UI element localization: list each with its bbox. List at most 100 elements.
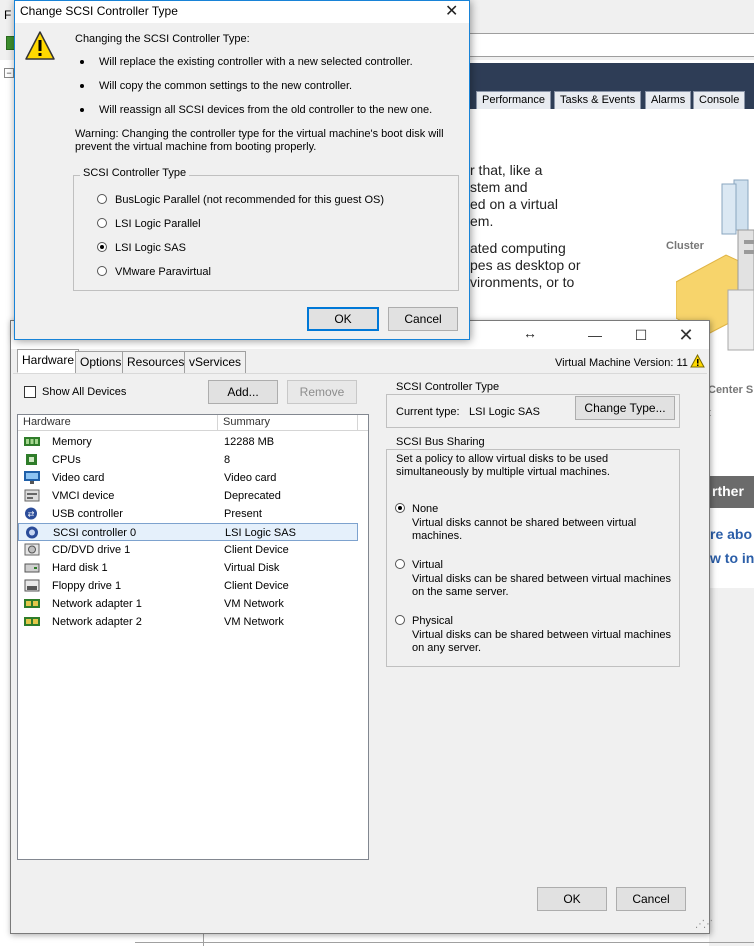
summary-text: ated computing [470, 240, 566, 256]
hardware-row-cpus[interactable]: CPUs 8 [18, 451, 358, 469]
remove-device-button[interactable]: Remove [287, 380, 357, 404]
scsi-cancel-button[interactable]: Cancel [388, 307, 458, 331]
tab-options[interactable]: Options [75, 351, 127, 373]
bus-sharing-none-desc: machines. [412, 530, 463, 542]
hardware-summary: LSI Logic SAS [225, 527, 296, 539]
hardware-row-usb-controller[interactable]: ⇄ USB controller Present [18, 505, 358, 523]
scsi-dialog-titlebar[interactable]: Change SCSI Controller Type ✕ [15, 1, 469, 23]
resize-grip-icon[interactable]: ⋰⋰ [695, 919, 713, 930]
vmware-paravirtual-radio[interactable] [97, 266, 107, 276]
vmci-icon [24, 489, 40, 502]
hardware-summary: VM Network [224, 598, 284, 610]
change-scsi-controller-dialog: Change SCSI Controller Type ✕ Changing t… [14, 0, 470, 340]
bus-sharing-virtual-label[interactable]: Virtual [412, 559, 443, 571]
show-all-devices-checkbox[interactable] [24, 386, 36, 398]
network-adapter-icon [24, 617, 40, 626]
background-menu-item[interactable]: F [4, 8, 11, 22]
maximize-icon[interactable]: ☐ [626, 325, 656, 345]
hardware-list-header: Hardware Summary [18, 415, 368, 431]
change-type-button[interactable]: Change Type... [575, 396, 675, 420]
tab-tasks-events[interactable]: Tasks & Events [554, 91, 642, 109]
lsi-logic-parallel-radio[interactable] [97, 218, 107, 228]
tree-collapse-icon[interactable]: − [4, 68, 14, 78]
hardware-row-video-card[interactable]: Video card Video card [18, 469, 358, 487]
current-type-value: LSI Logic SAS [469, 406, 540, 418]
tab-resources[interactable]: Resources [122, 351, 190, 373]
scsi-ok-button[interactable]: OK [307, 307, 379, 331]
bus-sharing-description: simultaneously by multiple virtual machi… [396, 466, 610, 478]
scsi-bus-sharing-title: SCSI Bus Sharing [393, 436, 488, 448]
close-icon[interactable]: ✕ [445, 1, 458, 21]
summary-text: ed on a virtual [470, 196, 558, 212]
hardware-name: Hard disk 1 [52, 562, 108, 574]
summary-text: pes as desktop or [470, 257, 581, 273]
column-header-hardware[interactable]: Hardware [18, 415, 218, 431]
bus-sharing-virtual-desc: Virtual disks can be shared between virt… [412, 573, 672, 585]
hardware-name: Floppy drive 1 [52, 580, 122, 592]
hardware-row-hard-disk[interactable]: Hard disk 1 Virtual Disk [18, 559, 358, 577]
scsi-warning-text: prevent the virtual machine from booting… [75, 141, 317, 153]
lsi-logic-sas-label[interactable]: LSI Logic SAS [115, 242, 186, 254]
summary-text: stem and [470, 179, 528, 195]
column-header-summary[interactable]: Summary [218, 415, 358, 431]
vm-properties-dialog: ↔ — ☐ ✕ Hardware Options Resources vServ… [10, 320, 713, 934]
network-adapter-icon [24, 599, 40, 608]
tab-hardware[interactable]: Hardware [17, 349, 80, 373]
add-device-button[interactable]: Add... [208, 380, 278, 404]
vmware-paravirtual-label[interactable]: VMware Paravirtual [115, 266, 211, 278]
scsi-intro-text: Changing the SCSI Controller Type: [75, 33, 250, 45]
background-divider [135, 942, 754, 943]
minimize-icon[interactable]: — [580, 325, 610, 345]
cd-drive-icon [24, 543, 40, 556]
bus-sharing-none-label[interactable]: None [412, 503, 438, 515]
hardware-summary: Client Device [224, 580, 289, 592]
background-lower-area [709, 588, 754, 946]
memory-icon [24, 437, 40, 446]
hardware-row-floppy[interactable]: Floppy drive 1 Client Device [18, 577, 358, 595]
learn-more-link[interactable]: re abo [710, 526, 752, 542]
bus-sharing-virtual-radio[interactable] [395, 559, 405, 569]
vm-cancel-button[interactable]: Cancel [616, 887, 686, 911]
hardware-row-cd-dvd[interactable]: CD/DVD drive 1 Client Device [18, 541, 358, 559]
hardware-row-scsi-controller[interactable]: SCSI controller 0 LSI Logic SAS [18, 523, 358, 541]
hardware-row-network-adapter-2[interactable]: Network adapter 2 VM Network [18, 613, 358, 631]
hard-disk-icon [24, 563, 40, 573]
bus-sharing-physical-radio[interactable] [395, 615, 405, 625]
scsi-bullet-text: Will replace the existing controller wit… [99, 56, 413, 68]
buslogic-parallel-label[interactable]: BusLogic Parallel (not recommended for t… [115, 194, 384, 206]
hardware-summary: Video card [224, 472, 277, 484]
hardware-summary: 12288 MB [224, 436, 275, 448]
scsi-warning-text: Warning: Changing the controller type fo… [75, 128, 444, 140]
hardware-row-memory[interactable]: Memory 12288 MB [18, 433, 358, 451]
close-icon[interactable]: ✕ [671, 325, 701, 345]
warning-icon [25, 31, 55, 60]
tab-alarms[interactable]: Alarms [645, 91, 692, 109]
background-address-bar[interactable] [460, 33, 754, 57]
bus-sharing-physical-label[interactable]: Physical [412, 615, 453, 627]
tab-performance[interactable]: Performance [476, 91, 551, 109]
hardware-name: Network adapter 1 [52, 598, 142, 610]
scsi-bullet-text: Will copy the common settings to the new… [99, 80, 353, 92]
usb-icon: ⇄ [25, 507, 37, 520]
bus-sharing-virtual-desc: on the same server. [412, 586, 509, 598]
lsi-logic-sas-radio[interactable] [97, 242, 107, 252]
bullet-icon [80, 84, 84, 88]
hardware-row-network-adapter-1[interactable]: Network adapter 1 VM Network [18, 595, 358, 613]
summary-text: vironments, or to [470, 274, 575, 290]
cpu-icon [26, 454, 37, 465]
hardware-name: SCSI controller 0 [53, 527, 137, 539]
learn-more-link[interactable]: w to in [710, 550, 754, 566]
buslogic-parallel-radio[interactable] [97, 194, 107, 204]
scsi-bullet-text: Will reassign all SCSI devices from the … [99, 104, 433, 116]
bus-sharing-physical-desc: Virtual disks can be shared between virt… [412, 629, 672, 641]
current-type-label: Current type: [396, 406, 460, 418]
hardware-row-vmci[interactable]: VMCI device Deprecated [18, 487, 358, 505]
tab-vservices[interactable]: vServices [184, 351, 247, 373]
lsi-logic-parallel-label[interactable]: LSI Logic Parallel [115, 218, 201, 230]
bus-sharing-none-radio[interactable] [395, 503, 405, 513]
tab-console[interactable]: Console [693, 91, 746, 109]
hardware-summary: VM Network [224, 616, 284, 628]
vm-ok-button[interactable]: OK [537, 887, 607, 911]
scsi-options-group-title: SCSI Controller Type [80, 167, 190, 179]
scsi-icon [26, 526, 38, 539]
